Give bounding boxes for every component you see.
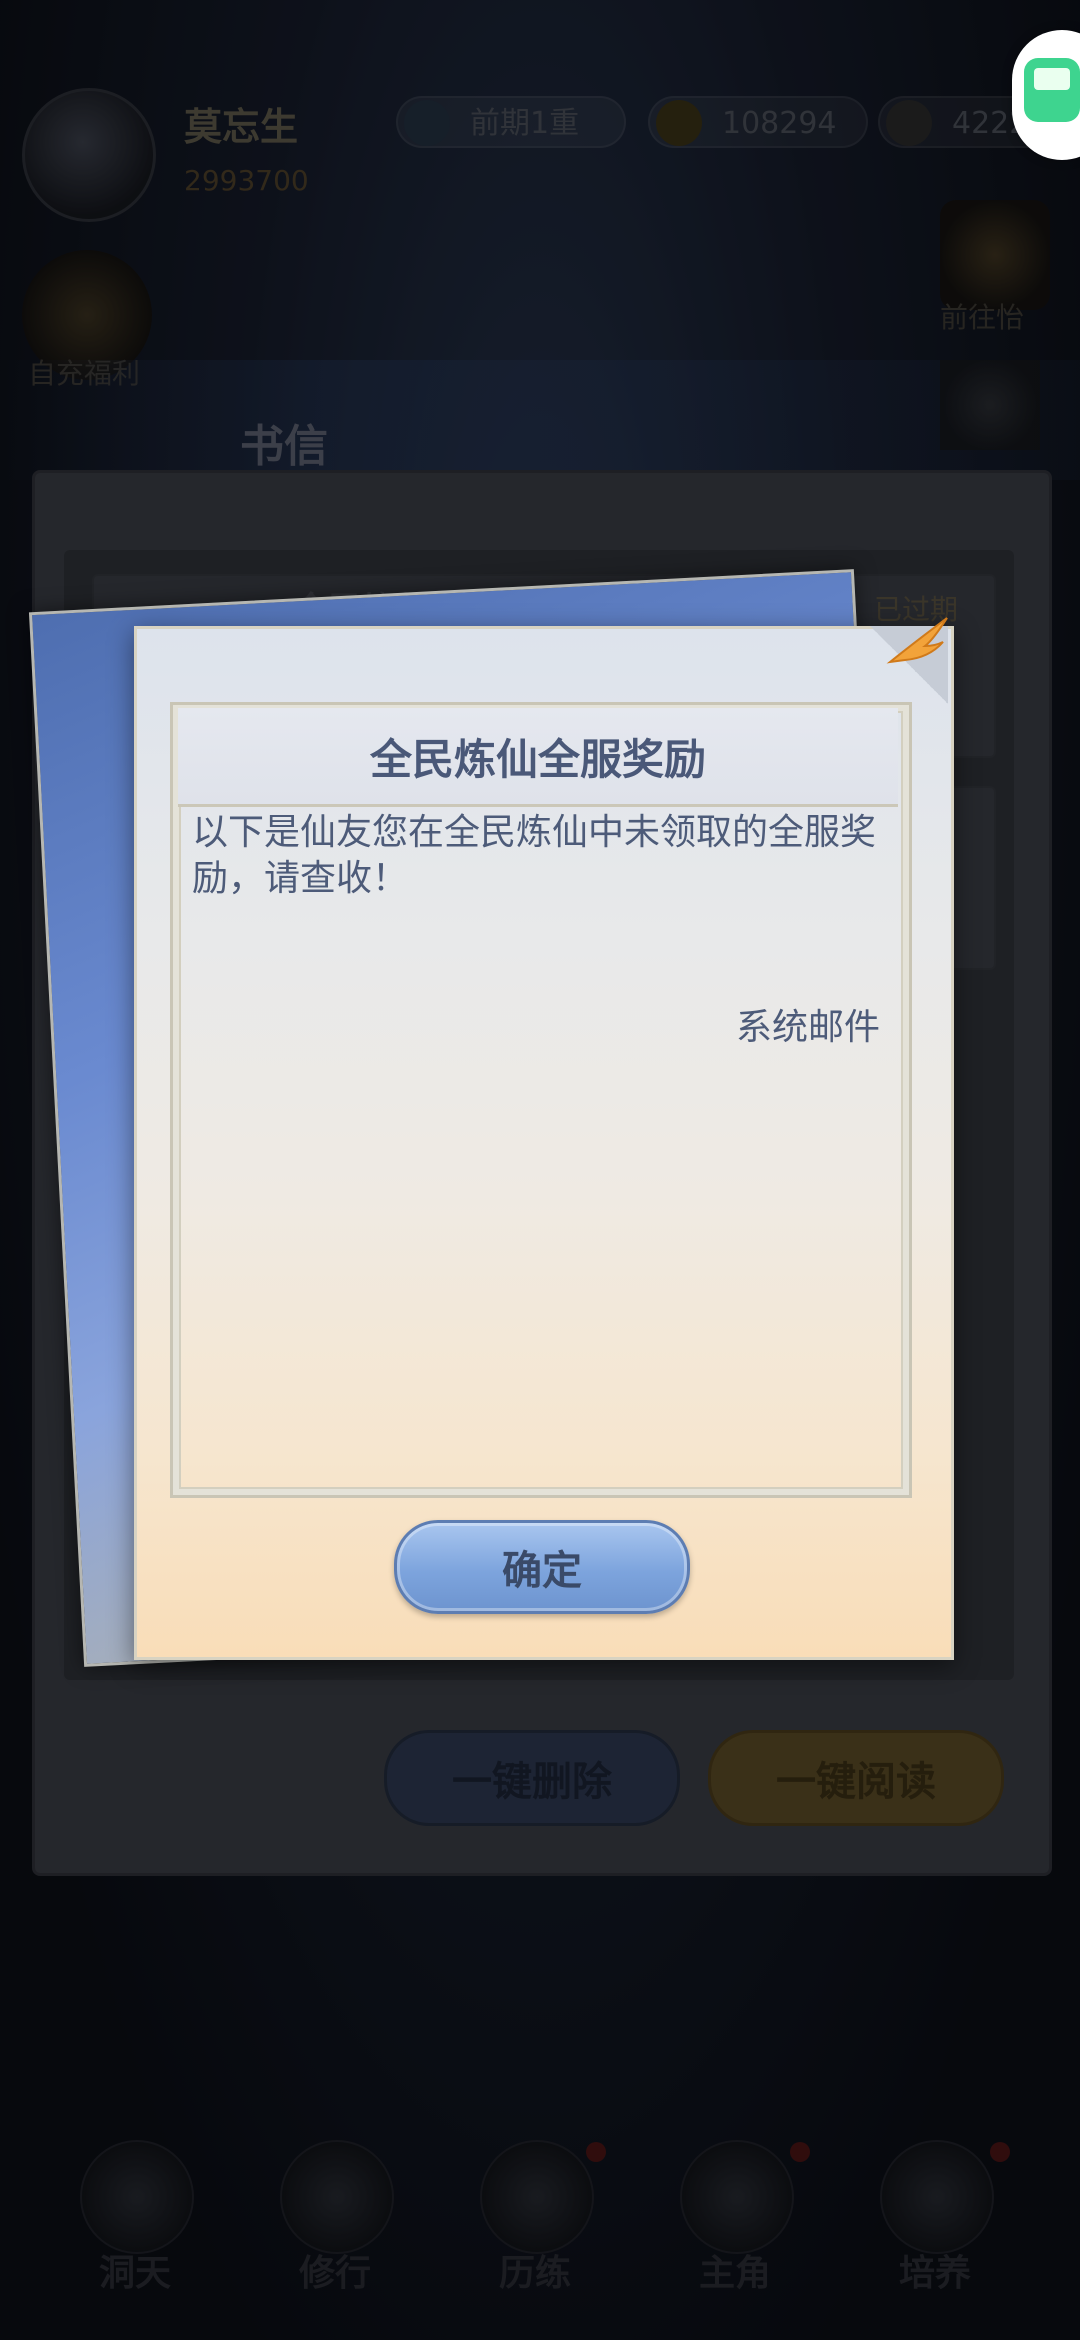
crane-icon	[886, 617, 948, 664]
confirm-button[interactable]: 确定	[394, 1520, 690, 1614]
dialog-title: 全民炼仙全服奖励	[178, 708, 898, 807]
floating-assistant[interactable]	[1012, 30, 1080, 160]
game-console-icon	[1024, 58, 1080, 122]
letter-body: 以下是仙友您在全民炼仙中未领取的全服奖励，请查收！	[192, 812, 877, 899]
console-screen	[1034, 68, 1070, 90]
letter-signature: 系统邮件	[735, 1007, 880, 1048]
